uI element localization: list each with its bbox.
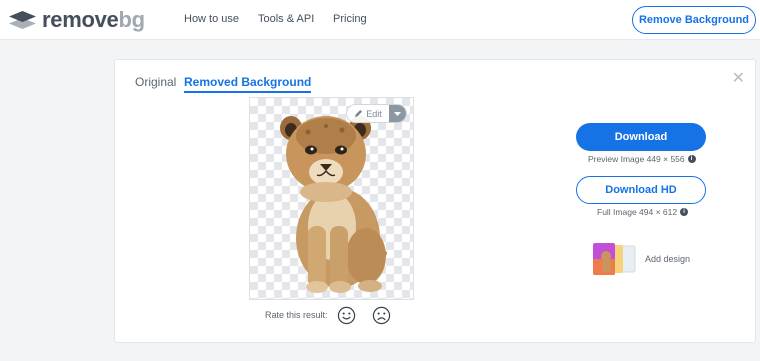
info-icon[interactable]: i <box>680 208 689 216</box>
preview-image-info: Preview Image 449 × 556 i <box>588 154 696 164</box>
nav-how-to-use[interactable]: How to use <box>184 13 239 25</box>
brand-name-part-1: remove <box>42 7 119 32</box>
design-thumbnail-icon <box>593 243 636 275</box>
info-icon[interactable]: i <box>687 155 696 163</box>
smiley-happy-icon[interactable] <box>337 306 356 325</box>
add-design-label: Add design <box>645 254 691 264</box>
download-button[interactable]: Download <box>576 123 706 151</box>
rate-prompt: Rate this result: <box>265 310 328 320</box>
pencil-icon <box>355 109 363 118</box>
brand-wordmark: removebg <box>42 9 145 31</box>
preview-image-text: Preview Image 449 × 556 <box>588 154 685 164</box>
edit-dropdown-toggle[interactable] <box>389 105 406 122</box>
result-card: Original Removed Background ✕ Edit Rate … <box>114 59 756 343</box>
edit-label: Edit <box>366 108 382 119</box>
top-navigation-bar: removebg How to use Tools & API Pricing … <box>0 0 760 40</box>
tab-original[interactable]: Original <box>135 75 176 89</box>
download-hd-button[interactable]: Download HD <box>576 176 706 204</box>
brand-logo[interactable]: removebg <box>9 9 145 31</box>
full-image-text: Full Image 494 × 612 <box>597 207 678 217</box>
layers-logo-icon <box>9 11 36 29</box>
full-image-info: Full Image 494 × 612 i <box>597 207 689 217</box>
close-icon[interactable]: ✕ <box>732 68 745 88</box>
lion-cub-image <box>280 116 388 293</box>
nav-tools-api[interactable]: Tools & API <box>258 13 314 25</box>
brand-name-part-2: bg <box>118 7 145 32</box>
remove-background-button[interactable]: Remove Background <box>632 6 756 34</box>
chevron-down-icon <box>394 111 401 116</box>
edit-button[interactable]: Edit <box>347 105 389 122</box>
edit-control: Edit <box>346 104 407 123</box>
nav-pricing[interactable]: Pricing <box>333 13 367 25</box>
smiley-sad-icon[interactable] <box>372 306 391 325</box>
tab-removed-background[interactable]: Removed Background <box>184 75 312 93</box>
add-design-link[interactable]: Add design <box>593 243 690 275</box>
result-preview <box>249 97 414 300</box>
